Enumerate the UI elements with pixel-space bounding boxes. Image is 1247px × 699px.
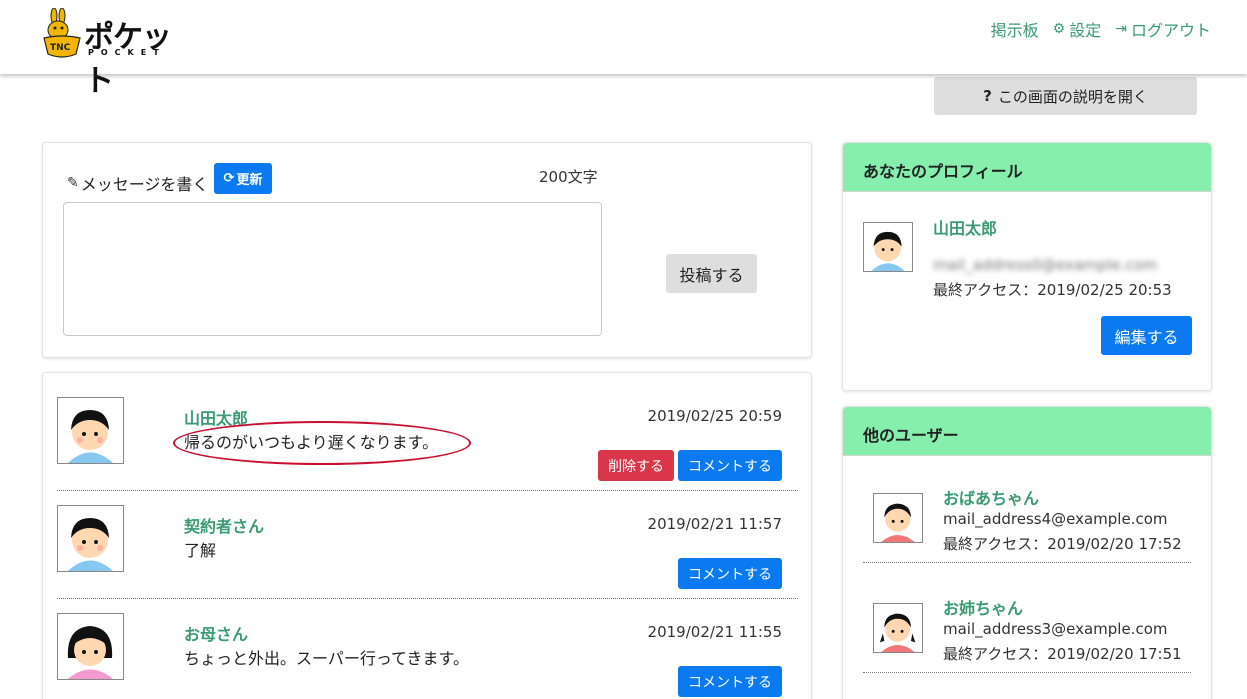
user-name[interactable]: お姉ちゃん: [943, 595, 1023, 619]
message-actions: 削除する コメントする: [598, 450, 782, 481]
user-item: お姉ちゃん mail_address3@example.com 最終アクセス：2…: [863, 567, 1191, 673]
user-item: おばあちゃん mail_address4@example.com 最終アクセス：…: [863, 457, 1191, 563]
post-button[interactable]: 投稿する: [666, 254, 757, 293]
compose-heading: ✎ メッセージを書く: [67, 171, 208, 195]
annotation-circle: [173, 421, 471, 465]
message-actions: コメントする: [678, 666, 782, 697]
message-actions: コメントする: [678, 558, 782, 589]
help-label: この画面の説明を開く: [997, 87, 1148, 106]
message-body: ちょっと外出。スーパー行ってきます。: [184, 649, 469, 668]
comment-button[interactable]: コメントする: [678, 666, 782, 697]
avatar: [57, 505, 124, 572]
sign-out-icon: ⇥: [1115, 21, 1127, 37]
nav-logout-label: ログアウト: [1130, 21, 1211, 40]
user-email: mail_address3@example.com: [943, 620, 1168, 638]
logo-badge: TNC: [50, 43, 71, 53]
compose-label: メッセージを書く: [80, 175, 209, 194]
other-users-card: 他のユーザー おばあちゃん mail_address4@example.com …: [842, 406, 1212, 699]
profile-last-access: 最終アクセス：2019/02/25 20:53: [933, 281, 1172, 299]
message-date: 2019/02/21 11:55: [647, 623, 782, 641]
other-users-title: 他のユーザー: [843, 407, 1211, 456]
sister-avatar-icon: [874, 604, 922, 652]
girl-avatar-icon: [58, 614, 123, 679]
message-item: 山田太郎 2019/02/25 20:59 帰るのがいつもより遅くなります。 削…: [57, 383, 798, 491]
profile-name[interactable]: 山田太郎: [933, 215, 997, 239]
divider: [863, 562, 1191, 563]
user-last-access: 最終アクセス：2019/02/20 17:52: [943, 535, 1182, 553]
nav-settings[interactable]: ⚙ 設定: [1053, 17, 1102, 41]
pencil-icon: ✎: [67, 175, 79, 191]
message-body: 了解: [184, 541, 217, 560]
avatar: [873, 493, 923, 543]
user-email: mail_address4@example.com: [943, 510, 1168, 528]
nav-settings-label: 設定: [1069, 21, 1102, 40]
avatar: [57, 397, 124, 464]
avatar: [863, 222, 913, 272]
comment-button[interactable]: コメントする: [678, 450, 782, 481]
boy-avatar-icon: [58, 506, 123, 571]
pocket-logo[interactable]: TNC ポケット POCKET: [40, 8, 190, 99]
message-date: 2019/02/21 11:57: [647, 515, 782, 533]
divider: [863, 672, 1191, 673]
refresh-button[interactable]: ⟳ 更新: [214, 163, 272, 194]
user-last-access: 最終アクセス：2019/02/20 17:51: [943, 645, 1182, 663]
open-help-button[interactable]: ? この画面の説明を開く: [934, 77, 1197, 115]
grandma-avatar-icon: [874, 494, 922, 542]
boy-avatar-icon: [864, 223, 912, 271]
nav-logout[interactable]: ⇥ ログアウト: [1115, 17, 1211, 41]
delete-button[interactable]: 削除する: [598, 450, 674, 481]
message-textarea[interactable]: [63, 202, 602, 336]
kangaroo-logo-icon: TNC: [43, 8, 81, 58]
avatar: [873, 603, 923, 653]
message-author[interactable]: 契約者さん: [184, 513, 264, 537]
boy-avatar-icon: [58, 398, 123, 463]
comment-button[interactable]: コメントする: [678, 558, 782, 589]
avatar: [57, 613, 124, 680]
compose-card: ✎ メッセージを書く ⟳ 更新 200文字 投稿する: [42, 142, 812, 358]
refresh-label: 更新: [236, 173, 263, 188]
top-nav: 掲示板 ⚙ 設定 ⇥ ログアウト: [991, 17, 1211, 41]
question-icon: ?: [983, 87, 992, 105]
message-date: 2019/02/25 20:59: [647, 407, 782, 425]
char-count: 200文字: [539, 168, 598, 186]
message-item: お母さん 2019/02/21 11:55 ちょっと外出。スーパー行ってきます。…: [57, 599, 798, 699]
refresh-icon: ⟳: [223, 171, 235, 186]
user-name[interactable]: おばあちゃん: [943, 485, 1039, 509]
nav-board[interactable]: 掲示板: [991, 17, 1039, 41]
logo-subtitle: POCKET: [88, 48, 166, 57]
nav-board-label: 掲示板: [990, 21, 1039, 40]
profile-title: あなたのプロフィール: [843, 143, 1211, 192]
edit-profile-button[interactable]: 編集する: [1101, 316, 1192, 355]
message-item: 契約者さん 2019/02/21 11:57 了解 コメントする: [57, 491, 798, 599]
message-feed: 山田太郎 2019/02/25 20:59 帰るのがいつもより遅くなります。 削…: [42, 372, 812, 699]
message-author[interactable]: お母さん: [184, 621, 248, 645]
profile-email: mail_address0@example.com: [933, 256, 1158, 274]
profile-card: あなたのプロフィール 山田太郎 mail_address0@example.co…: [842, 142, 1212, 391]
app-header: TNC ポケット POCKET 掲示板 ⚙ 設定 ⇥ ログアウト: [0, 0, 1247, 99]
gear-icon: ⚙: [1052, 21, 1066, 37]
